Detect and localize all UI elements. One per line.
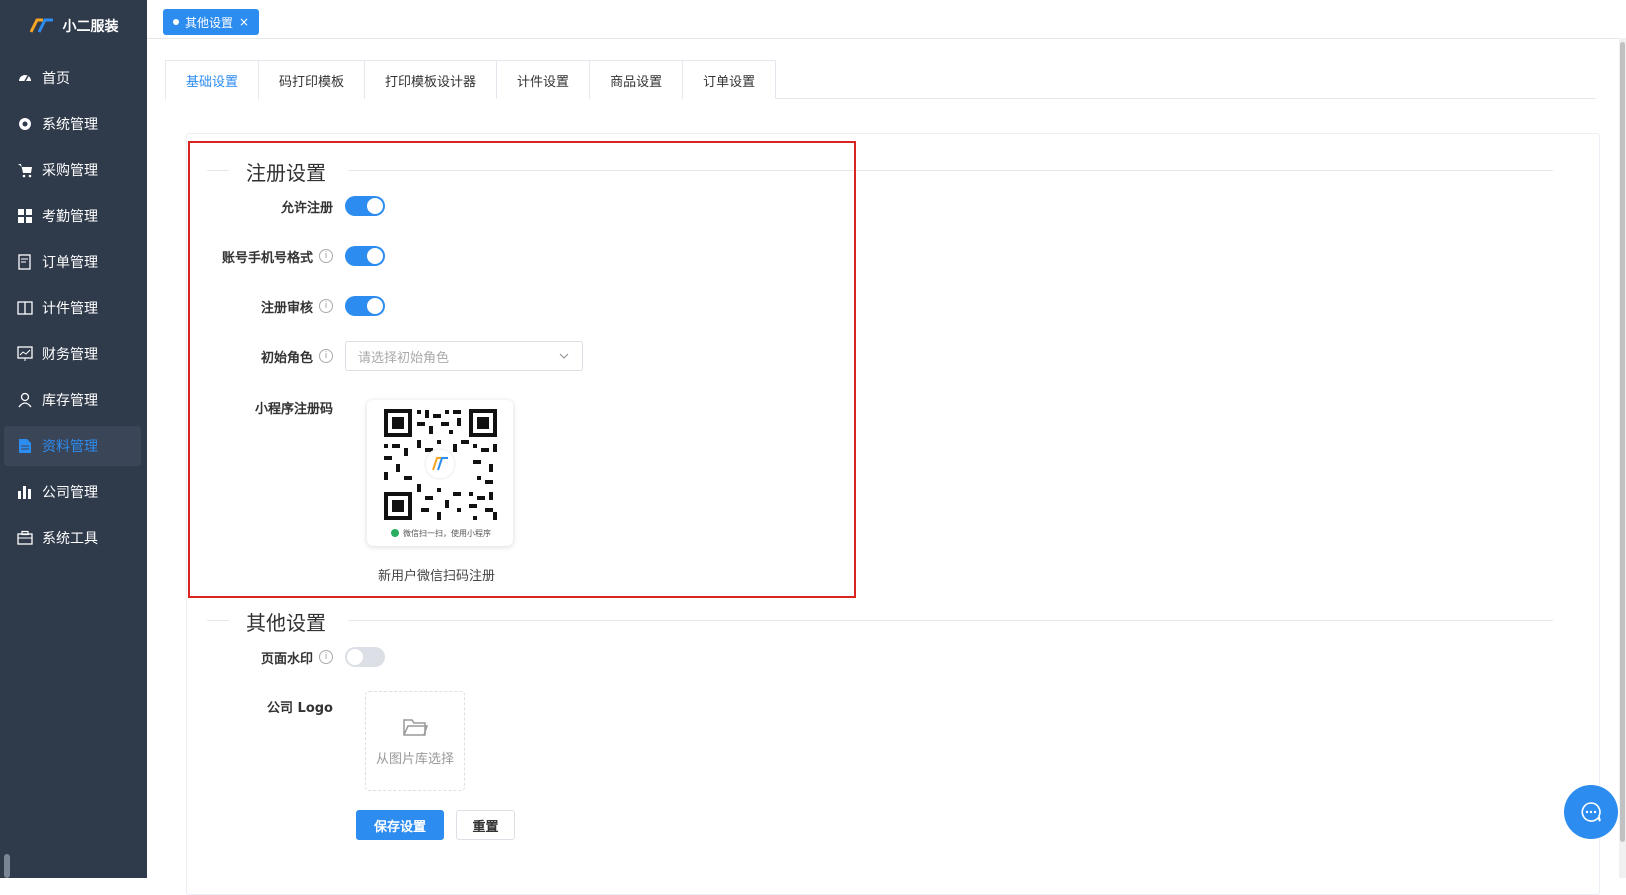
user-icon xyxy=(16,391,34,409)
logo-text: 公司 Logo xyxy=(267,701,333,716)
sidebar-item-label: 计件管理 xyxy=(42,301,98,317)
save-button[interactable]: 保存设置 xyxy=(356,810,444,840)
tab-basic-settings[interactable]: 基础设置 xyxy=(165,60,260,100)
grid-icon xyxy=(16,207,34,225)
brand-logo-icon xyxy=(29,18,53,33)
logo-row: 公司 Logo xyxy=(205,697,345,716)
watermark-switch[interactable] xyxy=(345,647,385,667)
sidebar-item-label: 系统工具 xyxy=(42,531,98,547)
tab-print-template-designer[interactable]: 打印模板设计器 xyxy=(364,60,498,99)
highlight-box xyxy=(188,141,856,598)
sidebar-item-label: 考勤管理 xyxy=(42,209,98,225)
chat-button[interactable] xyxy=(1564,785,1618,839)
chart-board-icon xyxy=(16,345,34,363)
settings-tabs: 基础设置 码打印模板 打印模板设计器 计件设置 商品设置 订单设置 xyxy=(165,60,1596,100)
logo-upload[interactable]: 从图片库选择 xyxy=(365,691,465,791)
reset-button[interactable]: 重置 xyxy=(456,810,515,840)
watermark-label: 页面水印 i xyxy=(205,648,345,667)
tag-label: 其他设置 xyxy=(185,15,234,30)
gear-icon xyxy=(16,115,34,133)
logo-label: 公司 Logo xyxy=(205,697,345,716)
sidebar-item-label: 公司管理 xyxy=(42,485,98,501)
sidebar-item-orders[interactable]: 订单管理 xyxy=(4,242,141,282)
sidebar-item-data[interactable]: 资料管理 xyxy=(4,426,141,466)
sidebar-item-system[interactable]: 系统管理 xyxy=(4,104,141,144)
info-icon[interactable]: i xyxy=(319,650,333,664)
sidebar-item-piecework[interactable]: 计件管理 xyxy=(4,288,141,328)
close-icon[interactable]: × xyxy=(239,15,249,29)
tag-dot-icon xyxy=(173,19,179,25)
sidebar-item-attendance[interactable]: 考勤管理 xyxy=(4,196,141,236)
other-section-title: 其他设置 xyxy=(246,611,326,635)
sidebar-item-inventory[interactable]: 库存管理 xyxy=(4,380,141,420)
sidebar-item-tools[interactable]: 系统工具 xyxy=(4,518,141,558)
sidebar-item-label: 订单管理 xyxy=(42,255,98,271)
scrollbar-thumb[interactable] xyxy=(1620,42,1625,842)
section-divider xyxy=(348,620,1553,621)
tag-bar: 其他设置 × xyxy=(147,0,1619,39)
document-icon xyxy=(16,437,34,455)
sidebar-item-company[interactable]: 公司管理 xyxy=(4,472,141,512)
tab-code-print-template[interactable]: 码打印模板 xyxy=(258,60,366,99)
book-icon xyxy=(16,299,34,317)
sidebar-menu: 首页 系统管理 采购管理 考勤管理 订单管理 计件管理 财务管理 库存管理 资料… xyxy=(0,58,147,558)
cart-icon xyxy=(16,161,34,179)
sidebar-item-label: 首页 xyxy=(42,71,70,87)
tag-other-settings[interactable]: 其他设置 × xyxy=(163,9,260,35)
watermark-row: 页面水印 i xyxy=(205,647,385,667)
sidebar-item-label: 采购管理 xyxy=(42,163,98,179)
order-icon xyxy=(16,253,34,271)
bar-chart-icon xyxy=(16,483,34,501)
sidebar-scrollbar[interactable] xyxy=(4,854,10,878)
section-divider xyxy=(207,620,229,621)
app-name: 小二服装 xyxy=(62,19,119,35)
sidebar-item-label: 财务管理 xyxy=(42,347,98,363)
page-scrollbar[interactable] xyxy=(1619,38,1626,878)
dashboard-icon xyxy=(16,69,34,87)
tab-piecework-settings[interactable]: 计件设置 xyxy=(496,60,591,99)
folder-icon xyxy=(403,718,428,736)
logo-upload-text: 从图片库选择 xyxy=(375,751,454,767)
watermark-text: 页面水印 xyxy=(260,651,313,667)
toolbox-icon xyxy=(16,529,34,547)
sidebar-item-finance[interactable]: 财务管理 xyxy=(4,334,141,374)
sidebar-item-label: 系统管理 xyxy=(42,117,98,133)
sidebar: 小二服装 首页 系统管理 采购管理 考勤管理 订单管理 计件管理 财务管理 库存… xyxy=(0,0,147,878)
chat-icon xyxy=(1581,802,1601,822)
tab-product-settings[interactable]: 商品设置 xyxy=(589,60,684,99)
sidebar-item-label: 资料管理 xyxy=(42,439,98,455)
sidebar-item-home[interactable]: 首页 xyxy=(4,58,141,98)
brand[interactable]: 小二服装 xyxy=(0,0,147,52)
sidebar-item-purchase[interactable]: 采购管理 xyxy=(4,150,141,190)
tab-order-settings[interactable]: 订单设置 xyxy=(682,60,777,99)
sidebar-item-label: 库存管理 xyxy=(42,393,98,409)
